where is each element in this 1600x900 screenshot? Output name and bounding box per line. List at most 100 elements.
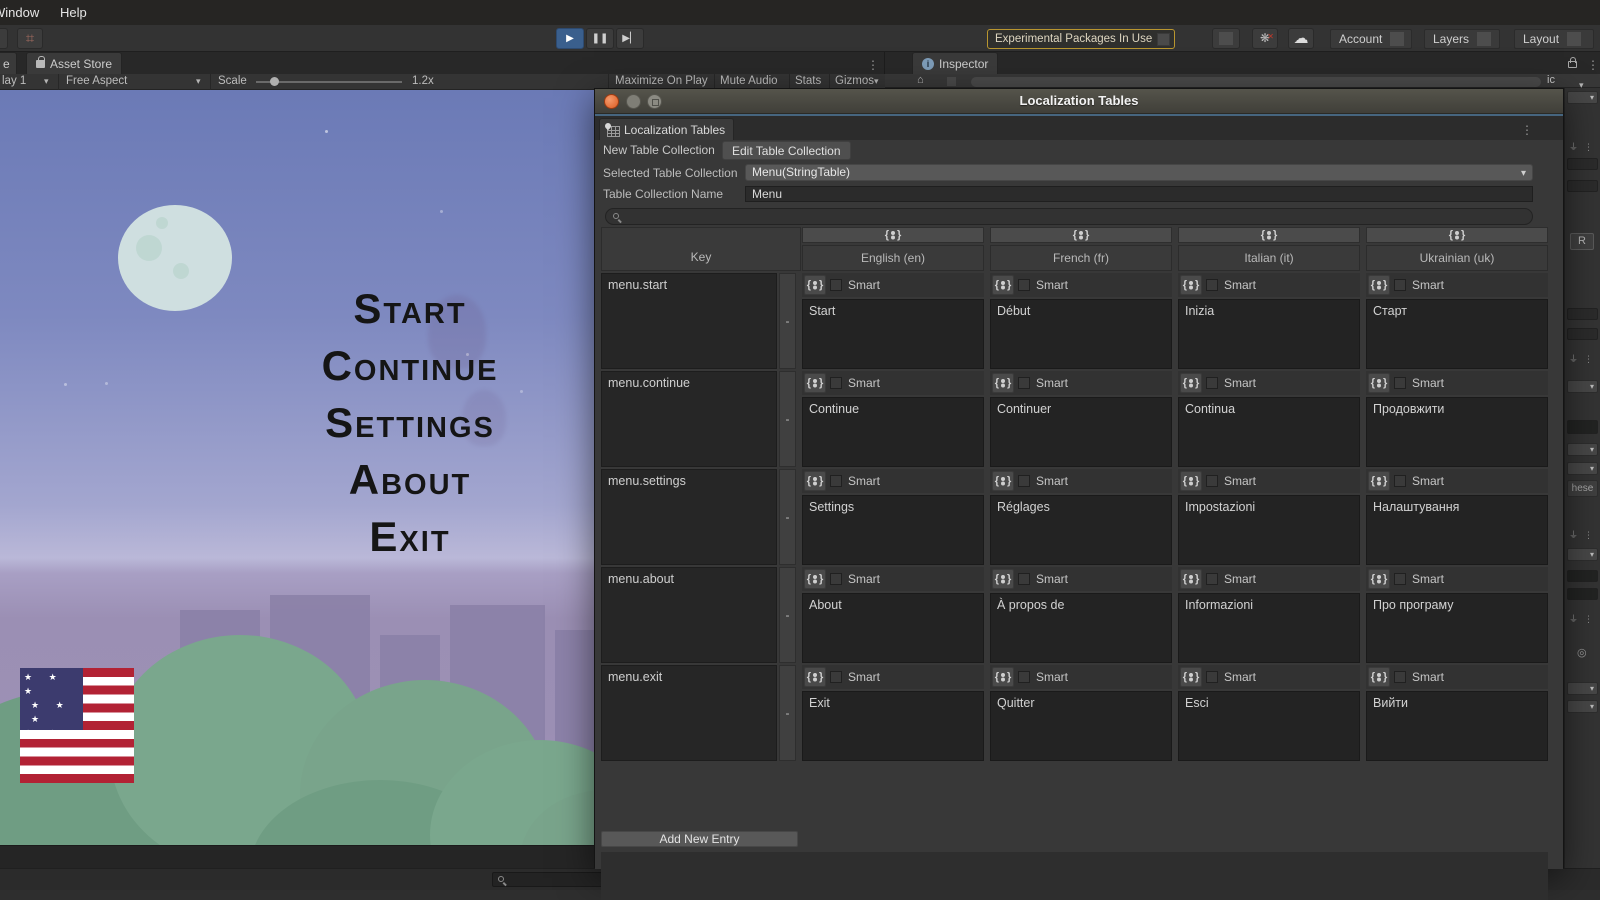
us-flag[interactable] — [20, 668, 134, 783]
key-field[interactable]: menu.settings — [601, 469, 777, 565]
partial-text-button[interactable]: hese — [1567, 480, 1598, 497]
remove-entry-button[interactable]: - — [779, 665, 796, 761]
layers-dropdown[interactable]: Layers — [1424, 29, 1500, 49]
grid-snap-icon[interactable]: ⌗ — [17, 28, 43, 49]
metadata-button[interactable] — [1368, 471, 1390, 491]
account-dropdown[interactable]: Account — [1330, 29, 1412, 49]
key-field[interactable]: menu.start — [601, 273, 777, 369]
column-header-english[interactable]: English (en) — [802, 245, 984, 271]
sliver-dropdown[interactable] — [1567, 380, 1598, 393]
column-settings-button-fr[interactable] — [990, 227, 1172, 243]
selected-collection-dropdown[interactable]: Menu(StringTable) — [745, 164, 1533, 181]
step-button[interactable]: ▶▏ — [616, 28, 644, 49]
tab-asset-store[interactable]: Asset Store — [26, 52, 122, 74]
smart-checkbox[interactable] — [1394, 671, 1406, 683]
smart-checkbox[interactable] — [1206, 377, 1218, 389]
sliver-dropdown[interactable] — [1567, 682, 1598, 695]
collab-icon[interactable]: ❋ — [1252, 28, 1278, 49]
metadata-button[interactable] — [1180, 569, 1202, 589]
loc-window-kebab-icon[interactable] — [1521, 121, 1533, 139]
pause-button[interactable]: ❚❚ — [586, 28, 614, 49]
sliver-field[interactable] — [1567, 328, 1598, 340]
metadata-button[interactable] — [1180, 667, 1202, 687]
remove-entry-button[interactable]: - — [779, 567, 796, 663]
translation-field[interactable]: Informazioni — [1178, 593, 1360, 663]
key-field[interactable]: menu.continue — [601, 371, 777, 467]
sliver-dropdown[interactable] — [1567, 443, 1598, 456]
key-field[interactable]: menu.exit — [601, 665, 777, 761]
smart-checkbox[interactable] — [830, 573, 842, 585]
smart-checkbox[interactable] — [1206, 671, 1218, 683]
sliver-dropdown[interactable] — [1567, 700, 1598, 713]
metadata-button[interactable] — [1368, 569, 1390, 589]
play-button[interactable]: ▶ — [556, 28, 584, 49]
menu-help[interactable]: Help — [60, 5, 87, 20]
smart-checkbox[interactable] — [1206, 279, 1218, 291]
metadata-button[interactable] — [992, 569, 1014, 589]
layout-dropdown[interactable]: Layout — [1514, 29, 1594, 49]
metadata-button[interactable] — [804, 569, 826, 589]
inspector-name-field[interactable] — [971, 77, 1541, 87]
game-panel-kebab-icon[interactable] — [867, 56, 879, 74]
smart-checkbox[interactable] — [830, 475, 842, 487]
table-search-input[interactable] — [605, 208, 1533, 225]
column-header-key[interactable]: Key — [601, 227, 801, 271]
metadata-button[interactable] — [992, 471, 1014, 491]
sliver-field[interactable] — [1567, 588, 1598, 600]
experimental-packages-badge[interactable]: Experimental Packages In Use — [987, 29, 1175, 49]
gizmos-dropdown[interactable]: Gizmos — [835, 75, 874, 87]
undo-history-button[interactable] — [1212, 28, 1240, 49]
smart-checkbox[interactable] — [830, 377, 842, 389]
translation-field[interactable]: Inizia — [1178, 299, 1360, 369]
sliver-field[interactable] — [1567, 570, 1598, 582]
cloud-icon[interactable] — [1288, 28, 1314, 49]
metadata-button[interactable] — [992, 667, 1014, 687]
mute-audio-toggle[interactable]: Mute Audio — [720, 75, 778, 87]
translation-field[interactable]: Про програму — [1366, 593, 1548, 663]
column-settings-button-uk[interactable] — [1366, 227, 1548, 243]
column-header-italian[interactable]: Italian (it) — [1178, 245, 1360, 271]
metadata-button[interactable] — [804, 667, 826, 687]
smart-checkbox[interactable] — [1394, 279, 1406, 291]
smart-checkbox[interactable] — [1018, 475, 1030, 487]
translation-field[interactable]: Вийти — [1366, 691, 1548, 761]
smart-checkbox[interactable] — [1394, 377, 1406, 389]
translation-field[interactable]: Старт — [1366, 299, 1548, 369]
sliver-dropdown[interactable] — [1567, 548, 1598, 561]
sliver-dropdown[interactable] — [1567, 462, 1598, 475]
window-titlebar[interactable]: Localization Tables — [595, 89, 1563, 114]
preset-kebab-icons[interactable]: ⏚⋮ — [1569, 612, 1599, 625]
smart-checkbox[interactable] — [1394, 573, 1406, 585]
sliver-field[interactable] — [1567, 158, 1598, 170]
tab-game-clipped[interactable]: e — [0, 52, 17, 74]
translation-field[interactable]: Налаштування — [1366, 495, 1548, 565]
inspector-checkbox[interactable] — [947, 77, 956, 86]
column-header-french[interactable]: French (fr) — [990, 245, 1172, 271]
remove-entry-button[interactable]: - — [779, 371, 796, 467]
inspector-kebab-icon[interactable] — [1587, 56, 1599, 74]
aspect-dropdown[interactable]: Free Aspect — [66, 75, 127, 87]
smart-checkbox[interactable] — [1018, 279, 1030, 291]
preset-kebab-icons[interactable]: ⏚⋮ — [1569, 352, 1599, 365]
metadata-button[interactable] — [804, 471, 826, 491]
smart-checkbox[interactable] — [830, 671, 842, 683]
smart-checkbox[interactable] — [1206, 573, 1218, 585]
lock-icon[interactable] — [1568, 61, 1577, 68]
metadata-button[interactable] — [804, 275, 826, 295]
clipped-tool-button[interactable] — [0, 28, 8, 49]
edit-table-collection-button[interactable]: Edit Table Collection — [722, 141, 851, 160]
menu-window[interactable]: Window — [0, 5, 39, 20]
translation-field[interactable]: About — [802, 593, 984, 663]
translation-field[interactable]: Impostazioni — [1178, 495, 1360, 565]
metadata-button[interactable] — [1180, 275, 1202, 295]
preset-kebab-icons[interactable]: ⏚⋮ — [1569, 140, 1599, 153]
metadata-button[interactable] — [992, 275, 1014, 295]
translation-field[interactable]: Settings — [802, 495, 984, 565]
metadata-button[interactable] — [1368, 373, 1390, 393]
tab-inspector[interactable]: i Inspector — [912, 52, 998, 74]
sliver-dropdown[interactable] — [1567, 91, 1598, 104]
scale-slider-knob[interactable] — [270, 77, 279, 86]
maximize-on-play-toggle[interactable]: Maximize On Play — [615, 75, 708, 87]
metadata-button[interactable] — [992, 373, 1014, 393]
add-new-entry-button[interactable]: Add New Entry — [601, 831, 798, 847]
